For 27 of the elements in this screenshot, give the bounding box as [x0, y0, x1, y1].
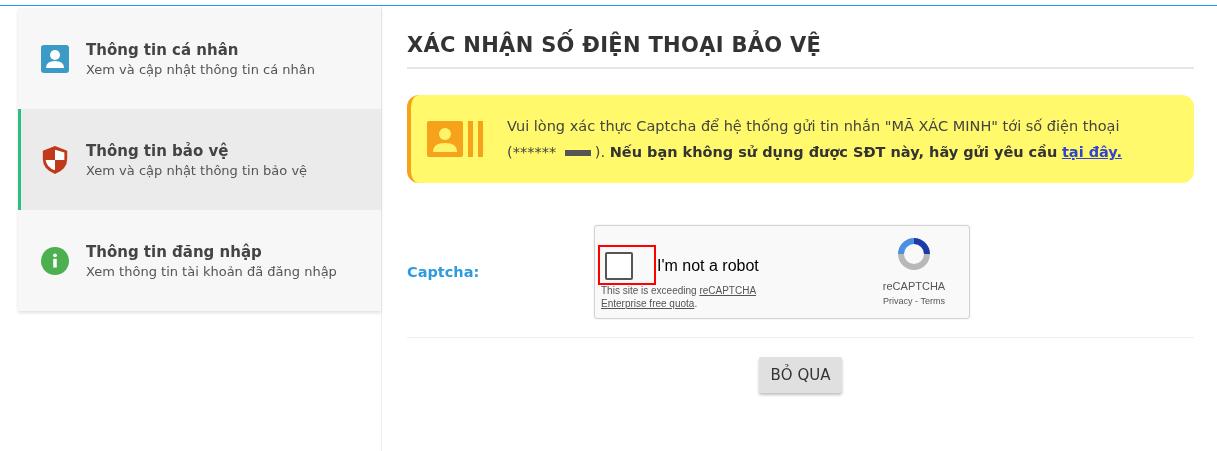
notice-text: Vui lòng xác thực Captcha để hệ thống gửi tin nhắn "MÃ XÁC MINH" tới số điện thoại (****** ). Nếu bạn không sử dụng được SĐT này, hãy gửi yêu cầu tại đây. [507, 117, 1123, 162]
skip-button[interactable]: BỎ QUA [758, 357, 843, 393]
privacy-link[interactable]: Privacy [883, 296, 913, 306]
sidebar-item-title: Thông tin bảo vệ [86, 141, 230, 160]
sidebar-item[interactable]: Thông tin cá nhân Xem và cập nhật thông tin cá nhân [18, 8, 381, 109]
redacted-mark [564, 150, 591, 156]
quota-notice: This site is exceeding reCAPTCHA Enterprise free quota. [601, 284, 758, 310]
sidebar-item[interactable]: Thông tin đăng nhập Xem thông tin tài khoản đã đăng nhập [18, 210, 381, 311]
contact-card-icon [427, 121, 485, 157]
sidebar-item-subtitle: Xem và cập nhật thông tin bảo vệ [86, 162, 308, 178]
highlight-frame [598, 245, 656, 285]
person-icon [41, 43, 69, 74]
sidebar-item-subtitle: Xem và cập nhật thông tin cá nhân [86, 61, 315, 77]
terms-link[interactable]: Terms [920, 296, 945, 306]
quota-link[interactable]: reCAPTCHA [699, 285, 757, 296]
sidebar-item-subtitle: Xem thông tin tài khoản đã đăng nhập [86, 263, 337, 279]
separator-text: - [915, 296, 919, 306]
sidebar-item-title: Thông tin cá nhân [86, 40, 240, 59]
sidebar-item[interactable]: Thông tin bảo vệ Xem và cập nhật thông tin bảo vệ [18, 109, 381, 210]
info-icon [41, 245, 69, 276]
request-link[interactable]: tại đây. [1061, 144, 1122, 160]
checkbox-label: I'm not a robot [657, 257, 759, 275]
captcha-label: Captcha: [407, 264, 481, 280]
shield-icon [41, 144, 69, 175]
sidebar-item-title: Thông tin đăng nhập [86, 242, 263, 261]
checkbox[interactable] [605, 252, 633, 280]
recaptcha-brand: reCAPTCHA [882, 280, 946, 292]
